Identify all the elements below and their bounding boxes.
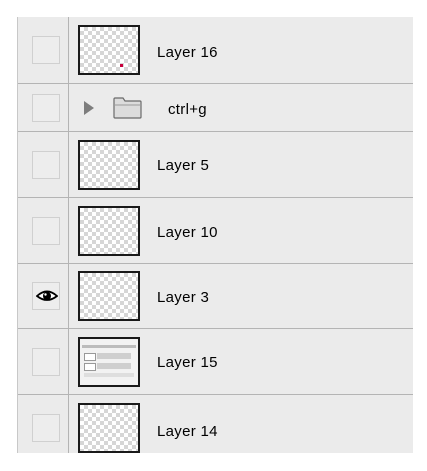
visibility-toggle[interactable] — [32, 414, 60, 442]
visibility-column — [18, 84, 69, 131]
layer-thumbnail[interactable] — [78, 25, 140, 75]
visibility-column — [18, 17, 69, 83]
layer-row[interactable]: Layer 3 — [18, 264, 413, 329]
layer-name[interactable]: Layer 14 — [157, 423, 218, 440]
layer-thumbnail[interactable] — [78, 206, 140, 256]
visibility-column — [18, 132, 69, 197]
group-name[interactable]: ctrl+g — [168, 101, 207, 118]
layer-name[interactable]: Layer 3 — [157, 289, 209, 306]
group-row[interactable]: ctrl+g — [18, 84, 413, 132]
layer-name[interactable]: Layer 16 — [157, 44, 218, 61]
layer-thumbnail[interactable] — [78, 140, 140, 190]
visibility-column — [18, 329, 69, 394]
layer-row[interactable]: Layer 15 — [18, 329, 413, 395]
folder-icon — [113, 97, 142, 119]
visibility-toggle[interactable] — [32, 217, 60, 245]
thumbnail-preview-row — [84, 373, 134, 377]
visibility-column — [18, 198, 69, 263]
layer-thumbnail[interactable] — [78, 403, 140, 453]
layer-row[interactable]: Layer 16 — [18, 17, 413, 84]
layer-row[interactable]: Layer 14 — [18, 395, 413, 453]
visibility-column — [18, 395, 69, 453]
thumbnail-preview-row — [97, 363, 131, 369]
layer-name[interactable]: Layer 5 — [157, 157, 209, 174]
visibility-toggle[interactable] — [32, 282, 60, 310]
visibility-toggle[interactable] — [32, 151, 60, 179]
layer-thumbnail[interactable] — [78, 337, 140, 387]
layers-panel: Layer 16 ctrl+g Layer 5 Layer 10 Layer 3… — [17, 17, 413, 453]
visibility-toggle[interactable] — [32, 36, 60, 64]
layer-row[interactable]: Layer 10 — [18, 198, 413, 264]
layer-row[interactable]: Layer 5 — [18, 132, 413, 198]
layer-name[interactable]: Layer 15 — [157, 354, 218, 371]
visibility-column — [18, 264, 69, 328]
layer-name[interactable]: Layer 10 — [157, 224, 218, 241]
triangle-right-icon[interactable] — [82, 100, 96, 116]
thumbnail-preview-row — [84, 353, 96, 361]
layer-thumbnail[interactable] — [78, 271, 140, 321]
thumbnail-preview-row — [97, 353, 131, 359]
thumbnail-red-dot — [120, 64, 123, 67]
thumbnail-preview-bar — [82, 345, 136, 348]
eye-icon — [36, 290, 58, 301]
visibility-toggle[interactable] — [32, 94, 60, 122]
visibility-toggle[interactable] — [32, 348, 60, 376]
thumbnail-preview-row — [84, 363, 96, 371]
